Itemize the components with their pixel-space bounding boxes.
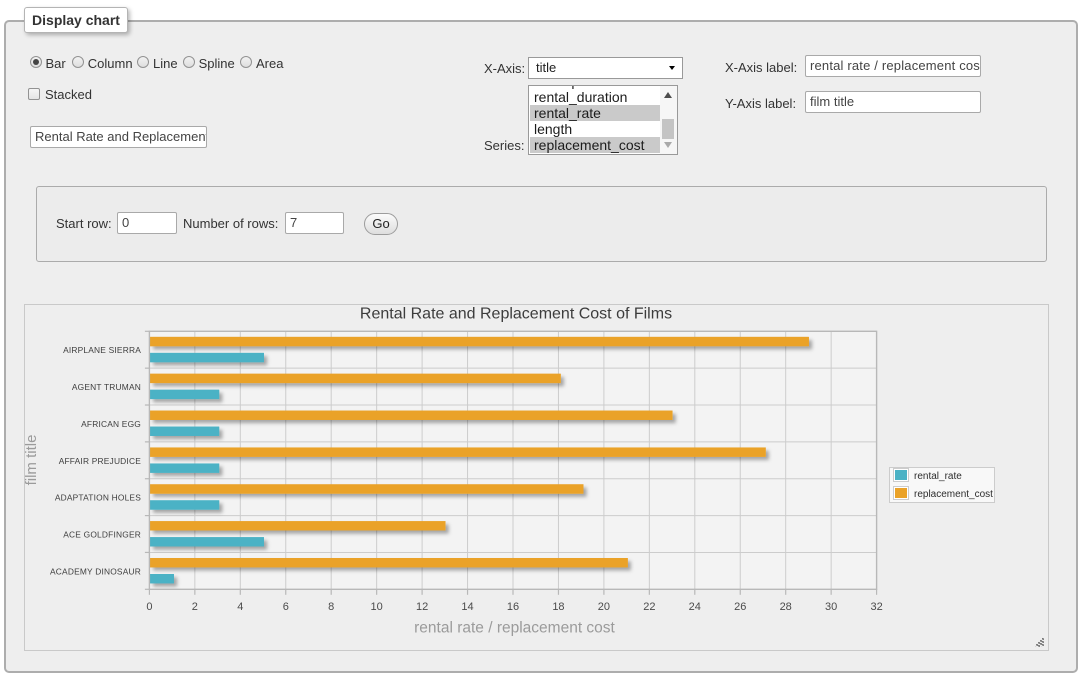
svg-text:18: 18 <box>552 601 564 613</box>
svg-text:22: 22 <box>643 601 655 613</box>
svg-text:0: 0 <box>146 601 152 613</box>
svg-text:2: 2 <box>192 601 198 613</box>
svg-text:8: 8 <box>328 601 334 613</box>
svg-text:32: 32 <box>870 601 882 613</box>
svg-text:4: 4 <box>237 601 243 613</box>
svg-text:film title: film title <box>25 435 40 486</box>
svg-text:24: 24 <box>689 601 701 613</box>
svg-text:ACE GOLDFINGER: ACE GOLDFINGER <box>63 530 141 540</box>
svg-text:10: 10 <box>371 601 383 613</box>
svg-text:AFRICAN EGG: AFRICAN EGG <box>81 419 141 429</box>
svg-text:AIRPLANE SIERRA: AIRPLANE SIERRA <box>63 345 141 355</box>
svg-text:20: 20 <box>598 601 610 613</box>
svg-text:6: 6 <box>283 601 289 613</box>
svg-text:14: 14 <box>461 601 473 613</box>
svg-text:28: 28 <box>780 601 792 613</box>
svg-text:12: 12 <box>416 601 428 613</box>
svg-text:16: 16 <box>507 601 519 613</box>
svg-text:Rental Rate and Replacement Co: Rental Rate and Replacement Cost of Film… <box>360 306 672 323</box>
svg-text:AGENT TRUMAN: AGENT TRUMAN <box>72 382 141 392</box>
svg-text:rental rate / replacement cost: rental rate / replacement cost <box>414 620 615 637</box>
svg-text:AFFAIR PREJUDICE: AFFAIR PREJUDICE <box>59 456 142 466</box>
svg-text:ACADEMY DINOSAUR: ACADEMY DINOSAUR <box>50 566 141 576</box>
svg-text:ADAPTATION HOLES: ADAPTATION HOLES <box>55 493 141 503</box>
svg-text:30: 30 <box>825 601 837 613</box>
svg-text:26: 26 <box>734 601 746 613</box>
